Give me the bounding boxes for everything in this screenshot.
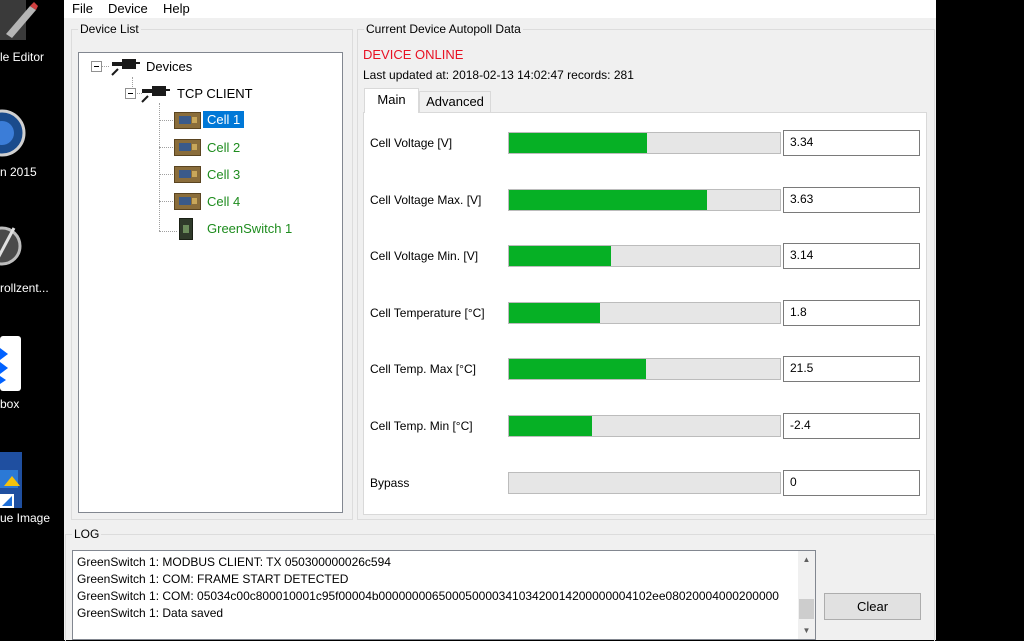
application-window: File Device Help Device List Devices TCP…	[64, 0, 936, 641]
last-updated-text: Last updated at: 2018-02-13 14:02:47 rec…	[363, 68, 634, 82]
battery-cell-board-icon	[174, 193, 201, 210]
menu-bar: File Device Help	[64, 0, 936, 19]
field-label: Bypass	[370, 476, 410, 490]
value-field[interactable]: 3.63	[783, 187, 920, 213]
greenswitch-board-icon	[179, 218, 193, 240]
device-status: DEVICE ONLINE	[363, 47, 464, 62]
scroll-down-icon[interactable]: ▼	[798, 622, 815, 639]
desktop-icon-label: rollzent...	[0, 281, 49, 295]
progress-bar-fill	[509, 133, 648, 153]
log-textbox[interactable]: GreenSwitch 1: MODBUS CLIENT: TX 0503000…	[72, 550, 816, 640]
progress-bar-fill	[509, 359, 646, 379]
desktop-icon-steuerung[interactable]: rollzent...	[0, 218, 64, 300]
tree-node-tcp-client[interactable]: TCP CLIENT	[177, 86, 253, 101]
desktop-icon-label: box	[0, 397, 20, 411]
desktop-icon-2015[interactable]: n 2015	[0, 108, 64, 188]
device-tree[interactable]: Devices TCP CLIENT Cell 1 Cell 2 Cell 3 …	[78, 52, 343, 513]
autopoll-title: Current Device Autopoll Data	[366, 22, 521, 36]
steuerung-icon	[0, 226, 22, 266]
desktop-icon-editor[interactable]: le Editor	[0, 0, 64, 70]
app-2015-icon	[0, 109, 26, 157]
tree-node-cell-1[interactable]: Cell 1	[203, 111, 245, 128]
tree-expander-tcp-client[interactable]	[125, 88, 136, 99]
progress-bar-fill	[509, 303, 600, 323]
tree-expander-devices[interactable]	[91, 61, 102, 72]
field-label: Cell Voltage [V]	[370, 136, 453, 150]
progress-bar-fill	[509, 416, 592, 436]
log-line: GreenSwitch 1: MODBUS CLIENT: TX 0503000…	[77, 555, 391, 569]
battery-cell-board-icon	[174, 112, 201, 129]
log-line: GreenSwitch 1: Data saved	[77, 606, 224, 620]
value-field[interactable]: 3.14	[783, 243, 920, 269]
menu-device[interactable]: Device	[108, 1, 148, 16]
progress-bar	[508, 472, 781, 494]
tree-node-devices[interactable]: Devices	[146, 59, 192, 74]
tree-node-cell-4[interactable]: Cell 4	[207, 194, 240, 209]
value-field[interactable]: 1.8	[783, 300, 920, 326]
progress-bar	[508, 415, 781, 437]
menu-file[interactable]: File	[72, 1, 93, 16]
field-label: Cell Voltage Min. [V]	[370, 249, 479, 263]
tab-main[interactable]: Main	[364, 88, 419, 113]
value-field[interactable]: 21.5	[783, 356, 920, 382]
tree-node-cell-2[interactable]: Cell 2	[207, 140, 240, 155]
field-label: Cell Temperature [°C]	[370, 306, 485, 320]
progress-bar	[508, 358, 781, 380]
desktop-icon-label: le Editor	[0, 50, 45, 64]
clear-log-button[interactable]: Clear	[824, 593, 921, 620]
log-line: GreenSwitch 1: COM: FRAME START DETECTED	[77, 572, 349, 586]
image-shortcut-icon	[0, 452, 22, 508]
value-field[interactable]: 0	[783, 470, 920, 496]
device-list-title: Device List	[80, 22, 139, 36]
progress-bar	[508, 189, 781, 211]
menu-help[interactable]: Help	[163, 1, 190, 16]
log-line: GreenSwitch 1: COM: 05034c00c800010001c9…	[77, 589, 779, 603]
battery-cell-board-icon	[174, 166, 201, 183]
network-plug-icon	[111, 59, 140, 76]
network-plug-icon	[141, 86, 170, 103]
progress-bar	[508, 132, 781, 154]
tree-node-greenswitch-1[interactable]: GreenSwitch 1	[207, 221, 292, 236]
progress-bar	[508, 302, 781, 324]
dropbox-icon	[0, 336, 21, 391]
progress-bar-fill	[509, 246, 611, 266]
battery-cell-board-icon	[174, 139, 201, 156]
tab-advanced[interactable]: Advanced	[419, 91, 491, 112]
log-scrollbar[interactable]: ▲ ▼	[798, 551, 815, 639]
progress-bar	[508, 245, 781, 267]
progress-bar-fill	[509, 190, 707, 210]
desktop-icon-label: n 2015	[0, 165, 37, 179]
scroll-up-icon[interactable]: ▲	[798, 551, 815, 568]
tree-node-cell-3[interactable]: Cell 3	[207, 167, 240, 182]
desktop-icon-image[interactable]: ue Image	[0, 450, 64, 530]
desktop-icon-label: ue Image	[0, 511, 51, 525]
field-label: Cell Temp. Max [°C]	[370, 362, 476, 376]
value-field[interactable]: 3.34	[783, 130, 920, 156]
field-label: Cell Temp. Min [°C]	[370, 419, 473, 433]
scroll-thumb[interactable]	[799, 599, 814, 619]
field-label: Cell Voltage Max. [V]	[370, 193, 482, 207]
log-title: LOG	[74, 527, 100, 541]
desktop-icon-dropbox[interactable]: box	[0, 334, 64, 414]
value-field[interactable]: -2.4	[783, 413, 920, 439]
editor-icon	[0, 0, 38, 40]
